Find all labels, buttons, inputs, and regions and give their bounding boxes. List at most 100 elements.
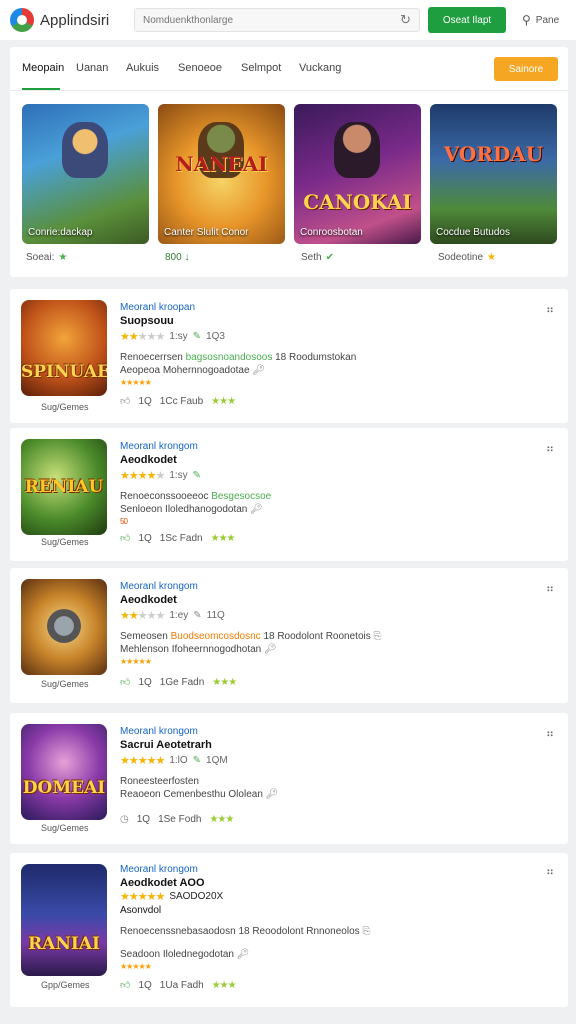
copy-icon: ⎘ xyxy=(373,631,382,642)
more-options-icon[interactable]: ⠶ xyxy=(546,865,554,878)
primary-action-button[interactable]: Oseat Ilapt xyxy=(428,7,506,33)
featured-tile[interactable]: CANOKAI Conroosbotan xyxy=(294,104,421,244)
search-input[interactable] xyxy=(143,14,401,26)
mini-rating: ★★★★★ xyxy=(120,962,152,971)
tab-2[interactable]: Aukuis xyxy=(126,62,159,74)
tab-5[interactable]: Vuckang xyxy=(299,62,341,74)
edit-icon[interactable]: ✎ xyxy=(193,331,201,342)
featured-tile[interactable]: VORDAU Cocdue Butudos xyxy=(430,104,557,244)
green-stars: ★★★ xyxy=(211,979,237,991)
app-card[interactable]: Sug/Gemes Meoranl krongom Aeodkodet ★★★★… xyxy=(10,568,568,703)
tab-4[interactable]: Selmpot xyxy=(241,62,281,74)
tab-1[interactable]: Uanan xyxy=(76,62,108,74)
edit-icon[interactable]: ✎ xyxy=(193,610,201,621)
featured-tile[interactable]: Conrie:dackap xyxy=(22,104,149,244)
star-icon: ★ xyxy=(487,252,497,263)
app-genre: Gpp/Gemes xyxy=(41,980,90,990)
tile-title: VORDAU xyxy=(443,142,544,166)
app-logo-icon[interactable] xyxy=(10,8,34,32)
app-rating: ★★★★★ 1:ey ✎ 11Q xyxy=(120,610,225,622)
app-card[interactable]: DOMEAI Sug/Gemes Meoranl krongom Sacrui … xyxy=(10,713,568,844)
app-name[interactable]: Suopsouu xyxy=(120,315,174,327)
refresh-icon[interactable]: ↻ xyxy=(400,12,411,28)
tile-meta: Sodeotine ★ xyxy=(438,252,497,263)
app-thumbnail[interactable]: RANIAI xyxy=(21,864,107,976)
app-rating: ★★★★★ 1:sy ✎ 1Q3 xyxy=(120,331,225,343)
thumbs-up-icon[interactable]: 👍︎ xyxy=(120,532,130,544)
green-stars: ★★★ xyxy=(212,676,237,688)
thumbs-up-icon[interactable]: 👍︎ xyxy=(120,395,130,407)
rating-stars: ★★★★★ xyxy=(120,470,165,482)
tile-title: CANOKAI xyxy=(303,190,412,214)
mini-rating: 50 xyxy=(120,517,128,526)
thumbnail-title: RENIAU xyxy=(24,477,104,497)
app-stats: 👍︎ 1Q 1Sc Fadn ★★★ xyxy=(120,532,236,545)
more-options-icon[interactable]: ⠶ xyxy=(546,442,554,455)
app-stats: ◷ 1Q 1Se Fodh ★★★ xyxy=(120,814,234,825)
profile-menu[interactable]: ⚲ Pane xyxy=(522,13,559,27)
featured-tile[interactable]: NANEAI Canter Slulit Conor xyxy=(158,104,285,244)
app-thumbnail[interactable]: SPINUAE xyxy=(21,300,107,396)
profile-label: Pane xyxy=(535,14,560,26)
app-description-line: Renoeconssooeeoc Besgesocsoe xyxy=(120,491,272,502)
hero-art xyxy=(62,122,108,178)
app-description-line: Renoecerrsen bagsosnoandosoos 18 Roodums… xyxy=(120,352,357,363)
app-stats: 👍︎ 1Q 1Ua Fadh ★★★ xyxy=(120,979,237,992)
app-title: Applindsiri xyxy=(40,11,110,29)
app-name[interactable]: Aeodkodet xyxy=(120,454,177,466)
app-developer[interactable]: Meoranl krongom xyxy=(120,726,198,737)
active-tab-indicator xyxy=(22,88,60,90)
edit-icon[interactable]: ✎ xyxy=(193,470,201,481)
app-thumbnail[interactable]: RENIAU xyxy=(21,439,107,535)
rating-stars: ★★★★★ xyxy=(120,755,165,767)
tile-meta: Seth ✔ xyxy=(301,252,334,263)
tile-meta: 800 ↓ xyxy=(165,252,190,263)
app-thumbnail[interactable]: DOMEAI xyxy=(21,724,107,820)
thumbs-up-icon[interactable]: 👍︎ xyxy=(120,979,130,991)
green-stars: ★★★ xyxy=(209,814,234,825)
tile-meta: Soeai: ★ xyxy=(26,252,68,263)
app-description-line: Seadoon Ilolednegodotan 🔑︎ xyxy=(120,949,250,960)
app-description-line: Renoecenssnebasaodosn 18 Reoodolont Rnno… xyxy=(120,926,371,937)
tile-caption: Cocdue Butudos xyxy=(436,227,510,238)
app-name[interactable]: Sacrui Aeotetrarh xyxy=(120,739,212,751)
green-stars: ★★★ xyxy=(211,395,236,407)
shield-icon xyxy=(47,609,81,643)
tab-3[interactable]: Senoeoe xyxy=(178,62,222,74)
tile-caption: Conrie:dackap xyxy=(28,227,93,238)
app-description-line: Semeosen Buodseomcosdosnc 18 Roodolont R… xyxy=(120,631,382,642)
app-description-line: Reaoeon Cemenbesthu Ololean 🔑︎ xyxy=(120,789,279,800)
thumbnail-title: DOMEAI xyxy=(22,778,106,798)
app-developer[interactable]: Meoranl krongom xyxy=(120,864,198,875)
app-name[interactable]: Aeodkodet xyxy=(120,594,177,606)
tile-title: NANEAI xyxy=(175,152,268,176)
app-card[interactable]: RANIAI Gpp/Gemes Meoranl krongom Aeodkod… xyxy=(10,853,568,1007)
thumbs-up-icon[interactable]: 👍︎ xyxy=(120,676,130,688)
copy-icon: ⎘ xyxy=(362,926,371,937)
orange-action-button[interactable]: Sainore xyxy=(494,57,558,81)
app-name[interactable]: Aeodkodet AOO xyxy=(120,877,205,889)
tile-caption: Canter Slulit Conor xyxy=(164,227,249,238)
more-options-icon[interactable]: ⠶ xyxy=(546,582,554,595)
app-genre: Sug/Gemes xyxy=(41,679,89,689)
clock-icon[interactable]: ◷ xyxy=(120,814,129,825)
app-card[interactable]: SPINUAE Sug/Gemes Meoranl kroopan Suopso… xyxy=(10,289,568,423)
app-developer[interactable]: Meoranl krongom xyxy=(120,581,198,592)
category-tabs: Meopain Uanan Aukuis Senoeoe Selmpot Vuc… xyxy=(10,47,568,91)
app-developer[interactable]: Meoranl kroopan xyxy=(120,302,195,313)
key-icon: 🔑︎ xyxy=(236,949,250,960)
edit-icon[interactable]: ✎ xyxy=(193,755,201,766)
app-developer[interactable]: Meoranl krongom xyxy=(120,441,198,452)
tile-caption: Conroosbotan xyxy=(300,227,363,238)
app-card[interactable]: RENIAU Sug/Gemes Meoranl krongom Aeodkod… xyxy=(10,428,568,561)
thumbnail-title: RANIAI xyxy=(28,934,100,954)
tab-0[interactable]: Meopain xyxy=(22,62,64,74)
more-options-icon[interactable]: ⠶ xyxy=(546,727,554,740)
search-icon[interactable]: ⚲ xyxy=(522,13,531,27)
app-thumbnail[interactable] xyxy=(21,579,107,675)
app-subtitle: Asonvdol xyxy=(120,905,162,916)
more-options-icon[interactable]: ⠶ xyxy=(546,303,554,316)
search-bar[interactable]: ↻ xyxy=(134,8,420,32)
mini-rating: ★★★★★ xyxy=(120,378,152,387)
app-description-line: Senloeon Iloledhanogodotan 🔑︎ xyxy=(120,504,263,515)
